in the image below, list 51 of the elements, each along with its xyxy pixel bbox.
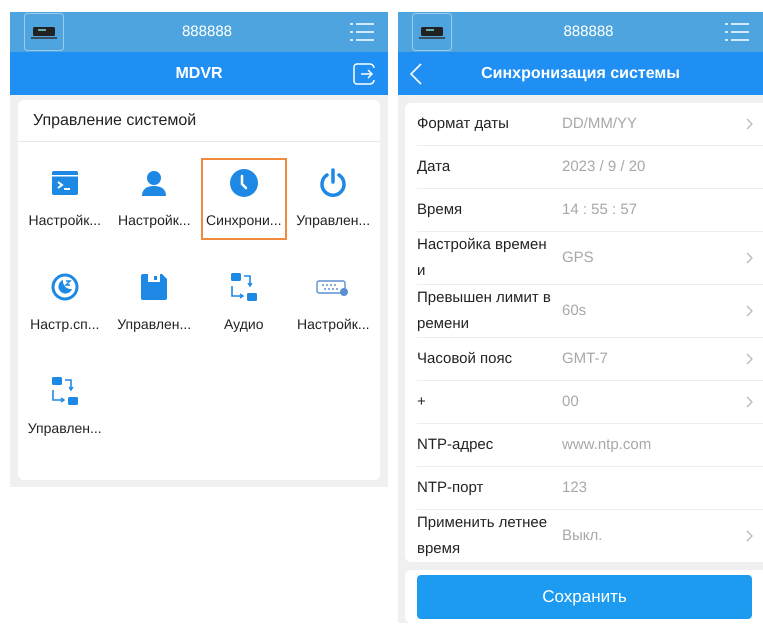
logout-icon[interactable] (352, 62, 376, 86)
settings-tile[interactable]: Настройк... (290, 262, 376, 344)
section-title: Управление системой (33, 110, 196, 130)
row-value: Выкл. (562, 526, 604, 546)
user-icon (140, 168, 168, 196)
settings-row[interactable]: + 00 (417, 381, 763, 424)
row-label: NTP-адрес (417, 435, 494, 455)
back-icon[interactable] (410, 62, 422, 84)
settings-tile[interactable]: Управлен... (22, 366, 108, 448)
screen-title: MDVR (175, 64, 223, 84)
terminal-icon (50, 170, 79, 196)
row-label: NTP-порт (417, 478, 484, 498)
settings-tile[interactable]: Настр.сп... (22, 262, 108, 344)
settings-row[interactable]: Настройка времени GPS (417, 232, 763, 285)
settings-tile[interactable]: Управлен... (290, 158, 376, 240)
settings-tile[interactable]: Настройк... (22, 158, 108, 240)
row-value: 60s (562, 300, 588, 321)
row-label: Дата (417, 157, 452, 177)
power-icon (319, 168, 348, 198)
transfer-icon (228, 272, 259, 302)
transfer-icon (50, 376, 80, 406)
device-name: 888888 (182, 22, 232, 42)
row-label: Настройка времени (417, 235, 548, 281)
device-name: 888888 (563, 22, 614, 42)
list-icon[interactable] (350, 22, 374, 42)
row-value: 2023 / 9 / 20 (562, 156, 646, 177)
settings-tile[interactable]: Настройк... (111, 158, 198, 240)
row-value: GPS (562, 248, 595, 268)
settings-tile[interactable]: Управлен... (111, 262, 198, 344)
list-icon[interactable] (725, 22, 749, 42)
device-icon[interactable] (24, 13, 64, 51)
row-label: Время (417, 200, 464, 220)
screen-title: Синхронизация системы (481, 64, 680, 84)
settings-tile[interactable]: Синхрони... (200, 158, 287, 240)
row-label: + (417, 392, 427, 412)
settings-tile[interactable]: Аудио (200, 262, 287, 344)
clock-icon (228, 168, 259, 198)
row-label: Применить летнее время (417, 513, 548, 559)
row-label: Часовой пояс (417, 349, 514, 369)
row-label: Формат даты (417, 114, 510, 134)
row-label: Превышен лимит времени (417, 288, 551, 334)
device-icon[interactable] (412, 13, 452, 51)
row-value: 14 : 55 : 57 (562, 200, 638, 220)
settings-row[interactable]: Часовой пояс GMT-7 (417, 338, 763, 381)
row-value: DD/MM/YY (562, 114, 638, 134)
row-value: www.ntp.com (562, 434, 652, 455)
row-value: GMT-7 (562, 348, 609, 369)
row-value: 00 (562, 392, 580, 412)
row-value: 123 (562, 478, 588, 498)
settings-row[interactable]: Формат даты DD/MM/YY (417, 103, 763, 146)
moon-icon (50, 272, 79, 300)
